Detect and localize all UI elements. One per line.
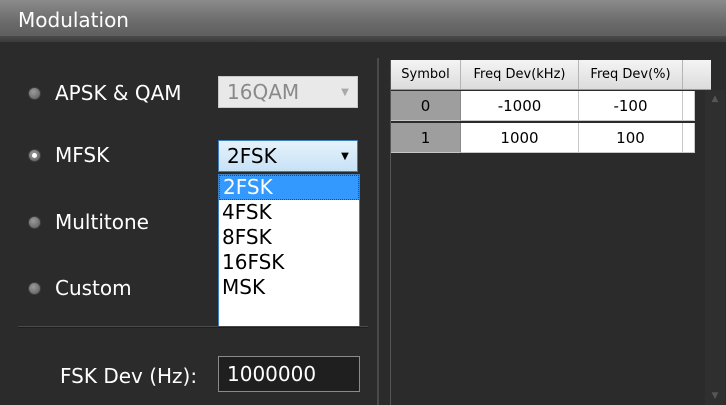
- table-cell[interactable]: 100: [579, 123, 683, 153]
- table-header: Symbol Freq Dev(kHz) Freq Dev(%): [391, 60, 711, 90]
- chevron-down-icon[interactable]: ▼: [333, 151, 357, 162]
- arrow-up-icon[interactable]: ▲: [705, 90, 725, 108]
- section-divider: [18, 326, 368, 328]
- modulation-panel: Modulation APSK & QAM MFSK Multitone Cus…: [0, 0, 726, 405]
- dropdown-option-2fsk[interactable]: 2FSK: [219, 175, 359, 200]
- table-cell[interactable]: -100: [579, 91, 683, 121]
- frequency-table: Symbol Freq Dev(kHz) Freq Dev(%) 0 -1000…: [390, 60, 726, 405]
- table-scrollbar[interactable]: ▲ ▼: [705, 90, 725, 405]
- column-header-freq-dev-percent[interactable]: Freq Dev(%): [579, 60, 683, 89]
- panel-title: Modulation: [18, 8, 129, 32]
- arrow-down-icon[interactable]: ▼: [705, 387, 725, 405]
- mfsk-dropdown-list: 2FSK 4FSK 8FSK 16FSK MSK: [218, 174, 360, 328]
- mfsk-combo-value: 2FSK: [227, 144, 277, 168]
- vertical-divider: [377, 58, 379, 405]
- dropdown-option-msk[interactable]: MSK: [219, 275, 359, 300]
- radio-multitone[interactable]: Multitone: [28, 207, 149, 237]
- radio-custom[interactable]: Custom: [28, 273, 132, 303]
- radio-button-checked-icon[interactable]: [28, 148, 41, 162]
- column-header-symbol[interactable]: Symbol: [391, 60, 461, 89]
- table-row[interactable]: 1 1000 100: [391, 123, 695, 153]
- chevron-down-icon: ▼: [341, 86, 349, 98]
- radio-button-icon[interactable]: [28, 86, 41, 100]
- mfsk-combo[interactable]: 2FSK ▼: [218, 140, 358, 172]
- table-cell-spacer: [683, 91, 695, 121]
- table-cell[interactable]: 1000: [461, 123, 579, 153]
- row-header-cell[interactable]: 1: [391, 123, 461, 153]
- row-header-cell[interactable]: 0: [391, 91, 461, 121]
- radio-label-apsk-qam: APSK & QAM: [55, 81, 182, 105]
- radio-label-mfsk: MFSK: [55, 143, 110, 167]
- apsk-qam-combo-value: 16QAM: [227, 80, 300, 104]
- title-bar: Modulation: [0, 0, 726, 42]
- fsk-dev-label: FSK Dev (Hz):: [60, 364, 198, 388]
- apsk-qam-combo: 16QAM ▼: [218, 76, 358, 108]
- fsk-dev-input[interactable]: 1000000: [218, 356, 360, 392]
- radio-apsk-qam[interactable]: APSK & QAM: [28, 78, 182, 108]
- dropdown-option-4fsk[interactable]: 4FSK: [219, 200, 359, 225]
- radio-button-icon[interactable]: [28, 215, 41, 229]
- radio-mfsk[interactable]: MFSK: [28, 140, 109, 170]
- radio-label-multitone: Multitone: [55, 210, 149, 234]
- radio-button-icon[interactable]: [28, 281, 41, 295]
- dropdown-option-8fsk[interactable]: 8FSK: [219, 225, 359, 250]
- radio-label-custom: Custom: [55, 276, 132, 300]
- column-header-freq-dev-khz[interactable]: Freq Dev(kHz): [461, 60, 579, 89]
- table-row[interactable]: 0 -1000 -100: [391, 91, 695, 121]
- table-cell[interactable]: -1000: [461, 91, 579, 121]
- table-cell-spacer: [683, 123, 695, 153]
- dropdown-option-16fsk[interactable]: 16FSK: [219, 250, 359, 275]
